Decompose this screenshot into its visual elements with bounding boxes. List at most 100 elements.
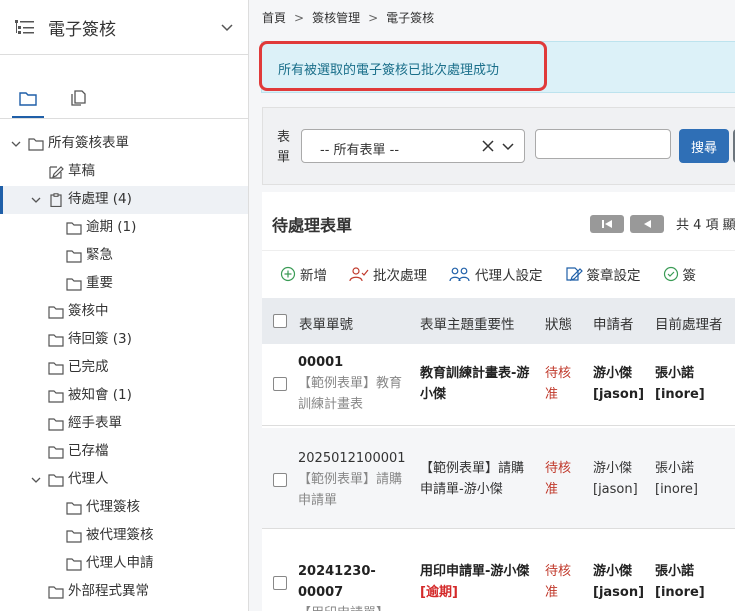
row-checkbox[interactable] [273, 377, 287, 391]
sidebar-tree-item[interactable]: 被知會 (1) [0, 382, 248, 410]
folder-icon [48, 305, 64, 319]
sidebar-tree-label: 逾期 (1) [86, 219, 137, 236]
signature-settings-label: 簽章設定 [586, 267, 641, 284]
sidebar-tree-item[interactable]: 外部程式異常 [0, 578, 248, 606]
folder-tree: 所有簽核表單草稿待處理 (4) 逾期 (1) 緊急重要簽核中 待回簽 (3) 已完成被知… [0, 130, 248, 606]
sidebar-tree-item[interactable]: 代理簽核 [0, 494, 248, 522]
add-button-label: 新增 [300, 267, 327, 284]
breadcrumb-separator-icon: > [294, 10, 305, 25]
table-row[interactable]: 2025012100001 【範例表單】請購申請單 【範例表單】請購申請單-游小… [262, 428, 735, 529]
form-select-value: -- 所有表單 -- [320, 143, 400, 158]
first-page-icon [602, 219, 612, 228]
sidebar-tree-item[interactable]: 重要 [0, 270, 248, 298]
table-header: 表單單號 表單主題重要性 狀態 申請者 目前處理者 [262, 298, 735, 344]
folder-icon [28, 137, 44, 151]
form-number[interactable]: 2025012100001 [298, 448, 408, 469]
sidebar-tree-item[interactable]: 逾期 (1) [0, 214, 248, 242]
sign-button[interactable]: 簽 [663, 264, 697, 284]
folder-icon [48, 333, 64, 347]
header-form-no[interactable]: 表單單號 [299, 313, 353, 333]
header-handler[interactable]: 目前處理者 [655, 313, 723, 333]
table-row[interactable]: 00001 【範例表單】教育訓練計畫表 教育訓練計畫表-游小傑 待核准 游小傑 … [262, 344, 735, 426]
sidebar-tree-label: 代理人申請 [86, 555, 154, 572]
tab-folders[interactable] [10, 78, 46, 118]
form-subject[interactable]: 用印申請單-游小傑 [逾期] [420, 561, 532, 603]
sidebar-tree-label: 代理簽核 [86, 499, 140, 516]
row-checkbox[interactable] [273, 576, 287, 590]
search-input[interactable] [535, 129, 671, 159]
menu-tree-icon [14, 19, 36, 35]
applicant: 游小傑 [jason] [593, 461, 638, 497]
sidebar-tree-label: 被知會 (1) [68, 387, 132, 404]
folder-icon [66, 277, 82, 291]
main-content: 首頁 > 簽核管理 > 電子簽核 所有被選取的電子簽核已批次處理成功 表單 --… [249, 0, 735, 611]
table-row[interactable]: 20241230-00007 【用印申請單】 用印申請單-游小傑 [逾期] 待核准… [262, 531, 735, 611]
folder-icon [48, 361, 64, 375]
select-all-checkbox[interactable] [273, 314, 287, 328]
sidebar-tree-item[interactable]: 草稿 [0, 158, 248, 186]
applicant: 游小傑 [jason] [593, 564, 645, 600]
row-checkbox[interactable] [273, 473, 287, 487]
search-button[interactable]: 搜尋 [679, 129, 729, 163]
chevron-down-icon[interactable] [30, 474, 42, 486]
current-handler: 張小諾 [inore] [655, 461, 699, 497]
sidebar-tree-item[interactable]: 代理人申請 [0, 550, 248, 578]
batch-process-button[interactable]: 批次處理 [349, 264, 427, 284]
sidebar-tree-item[interactable]: 已存檔 [0, 438, 248, 466]
breadcrumb-signoff-management[interactable]: 簽核管理 [312, 9, 360, 26]
header-applicant[interactable]: 申請者 [593, 313, 634, 333]
folder-icon [66, 557, 82, 571]
sidebar-tree-item[interactable]: 緊急 [0, 242, 248, 270]
breadcrumb-home[interactable]: 首頁 [262, 9, 286, 26]
sidebar-header[interactable]: 電子簽核 [0, 0, 248, 55]
folder-icon [48, 585, 64, 599]
first-page-button[interactable] [590, 214, 624, 233]
chevron-down-icon[interactable] [502, 141, 514, 156]
form-subject[interactable]: 【範例表單】請購申請單-游小傑 [420, 458, 532, 500]
clear-icon[interactable] [482, 140, 494, 156]
success-alert: 所有被選取的電子簽核已批次處理成功 [261, 41, 735, 93]
signature-settings-button[interactable]: 簽章設定 [565, 264, 641, 284]
chevron-down-icon[interactable] [10, 138, 22, 150]
pending-forms-card: 待處理表單 共 4 項 顯 新增 批次處理 代理人設定 簽章設定 簽 表單單號 … [262, 192, 735, 611]
sidebar-tree-label: 重要 [86, 275, 113, 292]
sidebar-title: 電子簽核 [48, 19, 116, 40]
sidebar-tree-item[interactable]: 待回簽 (3) [0, 326, 248, 354]
form-number-cell: 20241230-00007 【用印申請單】 [298, 561, 416, 611]
agent-settings-button[interactable]: 代理人設定 [449, 264, 543, 284]
sidebar-tree-label: 緊急 [86, 247, 113, 264]
form-filter-label: 表單 [277, 130, 291, 165]
prev-page-icon [644, 219, 651, 228]
sidebar-tree-item[interactable]: 代理人 [0, 466, 248, 494]
status-badge: 待核准 [545, 366, 572, 402]
applicant: 游小傑 [jason] [593, 366, 645, 402]
folder-icon [48, 417, 64, 431]
current-handler: 張小諾 [inore] [655, 366, 705, 402]
sidebar-tree-item[interactable]: 已完成 [0, 354, 248, 382]
sidebar-tree-item[interactable]: 待處理 (4) [0, 186, 248, 214]
form-number[interactable]: 00001 [298, 352, 408, 373]
prev-page-button[interactable] [630, 214, 664, 233]
edit-icon [48, 165, 64, 179]
sidebar-tree-label: 草稿 [68, 163, 95, 180]
sidebar-tree-item[interactable]: 經手表單 [0, 410, 248, 438]
chevron-down-icon[interactable] [220, 20, 234, 34]
agent-settings-label: 代理人設定 [475, 267, 543, 284]
signature-icon [565, 266, 583, 281]
form-select[interactable]: -- 所有表單 -- [301, 129, 525, 163]
add-button[interactable]: 新增 [280, 264, 327, 284]
form-type: 【用印申請單】 [298, 603, 416, 611]
sidebar-tree-item[interactable]: 被代理簽核 [0, 522, 248, 550]
folder-icon [66, 501, 82, 515]
form-number[interactable]: 20241230-00007 [298, 561, 416, 603]
action-toolbar: 新增 批次處理 代理人設定 簽章設定 簽 [262, 250, 735, 296]
header-subject[interactable]: 表單主題重要性 [420, 313, 515, 333]
sidebar-tree-item[interactable]: 簽核中 [0, 298, 248, 326]
sign-button-label: 簽 [682, 267, 697, 284]
sidebar-tree-item[interactable]: 所有簽核表單 [0, 130, 248, 158]
form-subject[interactable]: 教育訓練計畫表-游小傑 [420, 363, 532, 405]
chevron-down-icon[interactable] [30, 194, 42, 206]
tab-documents[interactable] [60, 78, 96, 118]
batch-process-label: 批次處理 [373, 267, 427, 284]
header-status[interactable]: 狀態 [545, 313, 572, 333]
